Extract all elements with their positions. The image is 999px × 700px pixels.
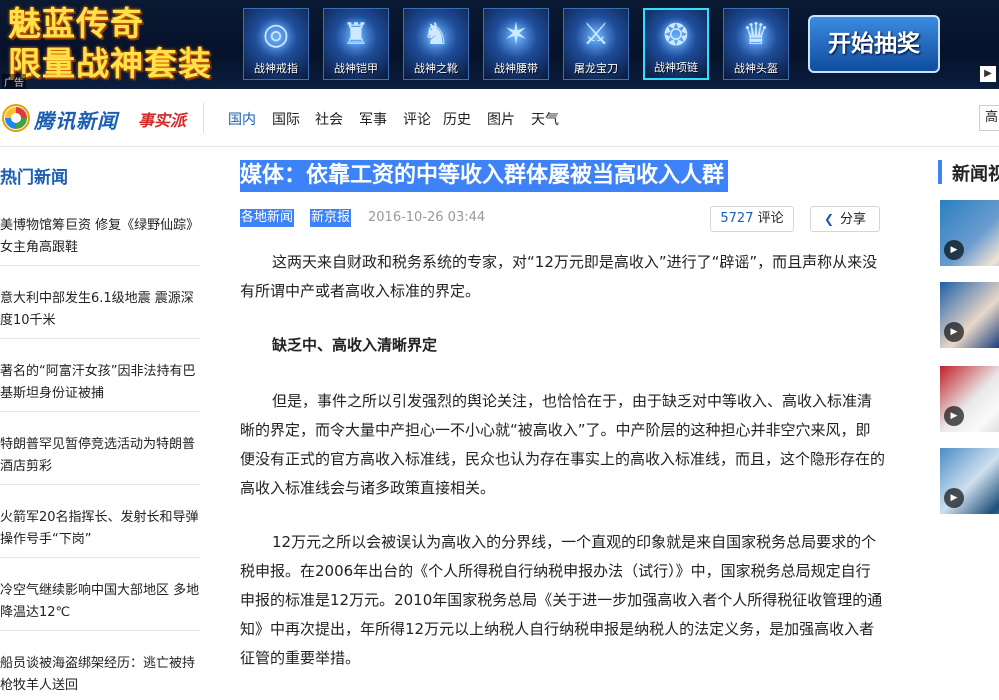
play-icon: ▶ <box>944 406 964 426</box>
site-logo-sub[interactable]: 事实派 <box>138 107 186 131</box>
banner-text: 魅蓝传奇 限量战神套装 <box>8 4 238 84</box>
news-video-sidebar: 新闻视频 ▶ ▶ ▶ ▶ <box>938 148 999 700</box>
share-button[interactable]: ❮ 分享 <box>810 206 880 232</box>
draw-button[interactable]: 开始抽奖 <box>808 15 940 73</box>
article-tag-region[interactable]: 各地新闻 <box>240 209 295 227</box>
ad-expand-icon[interactable]: ▶ <box>980 66 996 82</box>
play-icon: ▶ <box>944 322 964 342</box>
nav-item-opinion[interactable]: 评论 <box>403 109 431 129</box>
article-paragraph: 但是，事件之所以引发强烈的舆论关注，也恰恰在于，由于缺乏对中等收入、高收入标准清… <box>240 392 886 497</box>
news-video-title: 新闻视频 <box>938 160 999 185</box>
banner-item-label: 战神铠甲 <box>334 62 378 75</box>
hot-news-item[interactable]: 意大利中部发生6.1级地震 震源深度10千米 <box>0 288 200 339</box>
hot-news-item[interactable]: 火箭军20名指挥长、发射长和导弹操作号手“下岗” <box>0 507 200 558</box>
banner-line-2: 限量战神套装 <box>8 44 212 83</box>
share-icon: ❮ <box>823 212 835 226</box>
hot-news-title: 热门新闻 <box>0 168 68 188</box>
article: 媒体：依靠工资的中等收入群体屡被当高收入人群 各地新闻 新京报 2016-10-… <box>240 148 885 700</box>
nav-item-society[interactable]: 社会 <box>315 109 343 129</box>
play-icon: ▶ <box>944 488 964 508</box>
article-date: 2016-10-26 03:44 <box>368 210 486 225</box>
banner-item-label: 战神之靴 <box>414 62 458 75</box>
article-meta: 各地新闻 新京报 2016-10-26 03:44 5727 评论 ❮ 分享 <box>240 206 885 232</box>
helmet-icon: ♛ <box>742 17 770 52</box>
banner-ad[interactable]: 魅蓝传奇 限量战神套装 广告 ◎ 战神戒指 ♜ 战神铠甲 ♞ 战神之靴 ✶ 战神… <box>0 0 999 89</box>
banner-item-boots[interactable]: ♞ 战神之靴 <box>403 8 469 80</box>
hot-news-item[interactable]: 著名的“阿富汗女孩”因非法持有巴基斯坦身份证被捕 <box>0 361 200 412</box>
hot-news-item[interactable]: 冷空气继续影响中国大部地区 多地降温达12℃ <box>0 580 200 631</box>
belt-icon: ✶ <box>503 17 529 52</box>
banner-item-ring[interactable]: ◎ 战神戒指 <box>243 8 309 80</box>
search-input[interactable]: 高 <box>979 105 999 131</box>
armor-icon: ♜ <box>342 17 370 52</box>
article-paragraph: 12万元之所以会被误认为高收入的分界线，一个直观的印象就是来自国家税务总局要求的… <box>240 533 883 667</box>
banner-item-label: 战神项链 <box>654 61 698 74</box>
banner-item-sword[interactable]: ⚔ 屠龙宝刀 <box>563 8 629 80</box>
banner-item-label: 战神戒指 <box>254 62 298 75</box>
necklace-icon: ❂ <box>663 18 689 53</box>
banner-item-label: 战神腰带 <box>494 62 538 75</box>
header-divider <box>203 103 204 133</box>
video-thumbnail[interactable]: ▶ <box>940 448 999 514</box>
nav-item-photos[interactable]: 图片 <box>487 109 515 129</box>
play-icon: ▶ <box>944 240 964 260</box>
banner-line-1: 魅蓝传奇 <box>8 4 144 43</box>
hot-news-item[interactable]: 船员谈被海盗绑架经历：逃亡被持枪牧羊人送回 <box>0 653 200 700</box>
hot-news-item[interactable]: 特朗普罕见暂停竞选活动为特朗普酒店剪彩 <box>0 434 200 485</box>
nav-item-domestic[interactable]: 国内 <box>228 109 256 129</box>
ad-tag: 广告 <box>2 74 26 89</box>
site-logo-text[interactable]: 腾讯新闻 <box>34 105 118 134</box>
hot-news-item[interactable]: 美博物馆筹巨资 修复《绿野仙踪》女主角高跟鞋 <box>0 215 200 266</box>
ring-icon: ◎ <box>262 17 290 52</box>
article-tag-source[interactable]: 新京报 <box>310 209 352 227</box>
site-header: 腾讯新闻 事实派 国内 国际 社会 军事 评论 历史 图片 天气 高 <box>0 89 999 147</box>
banner-item-armor[interactable]: ♜ 战神铠甲 <box>323 8 389 80</box>
banner-item-label: 战神头盔 <box>734 62 778 75</box>
tencent-logo-icon[interactable] <box>2 104 30 132</box>
nav-item-international[interactable]: 国际 <box>272 109 300 129</box>
article-paragraph: 这两天来自财政和税务系统的专家，对“12万元即是高收入”进行了“辟谣”，而且声称… <box>240 253 878 300</box>
video-thumbnail[interactable]: ▶ <box>940 366 999 432</box>
nav-item-history[interactable]: 历史 <box>443 109 471 129</box>
sword-icon: ⚔ <box>582 17 610 52</box>
banner-item-helmet[interactable]: ♛ 战神头盔 <box>723 8 789 80</box>
nav-item-military[interactable]: 军事 <box>359 109 387 129</box>
banner-item-necklace[interactable]: ❂ 战神项链 <box>643 8 709 80</box>
page: 魅蓝传奇 限量战神套装 广告 ◎ 战神戒指 ♜ 战神铠甲 ♞ 战神之靴 ✶ 战神… <box>0 0 999 700</box>
boots-icon: ♞ <box>422 17 450 52</box>
comment-button[interactable]: 5727 评论 <box>710 206 794 232</box>
nav-item-weather[interactable]: 天气 <box>531 109 559 129</box>
banner-item-belt[interactable]: ✶ 战神腰带 <box>483 8 549 80</box>
share-label: 分享 <box>840 212 867 227</box>
comment-count: 5727 <box>720 211 754 226</box>
hot-news-sidebar: 热门新闻 美博物馆筹巨资 修复《绿野仙踪》女主角高跟鞋 意大利中部发生6.1级地… <box>0 148 200 700</box>
video-thumbnail[interactable]: ▶ <box>940 282 999 348</box>
article-headline: 媒体：依靠工资的中等收入群体屡被当高收入人群 <box>240 160 729 192</box>
banner-items: ◎ 战神戒指 ♜ 战神铠甲 ♞ 战神之靴 ✶ 战神腰带 ⚔ 屠龙宝刀 ❂ 战神项… <box>243 8 793 80</box>
article-subheading: 缺乏中、高收入清晰界定 <box>272 336 438 354</box>
video-thumbnail[interactable]: ▶ <box>940 200 999 266</box>
comment-label: 评论 <box>757 211 784 226</box>
banner-item-label: 屠龙宝刀 <box>574 62 618 75</box>
